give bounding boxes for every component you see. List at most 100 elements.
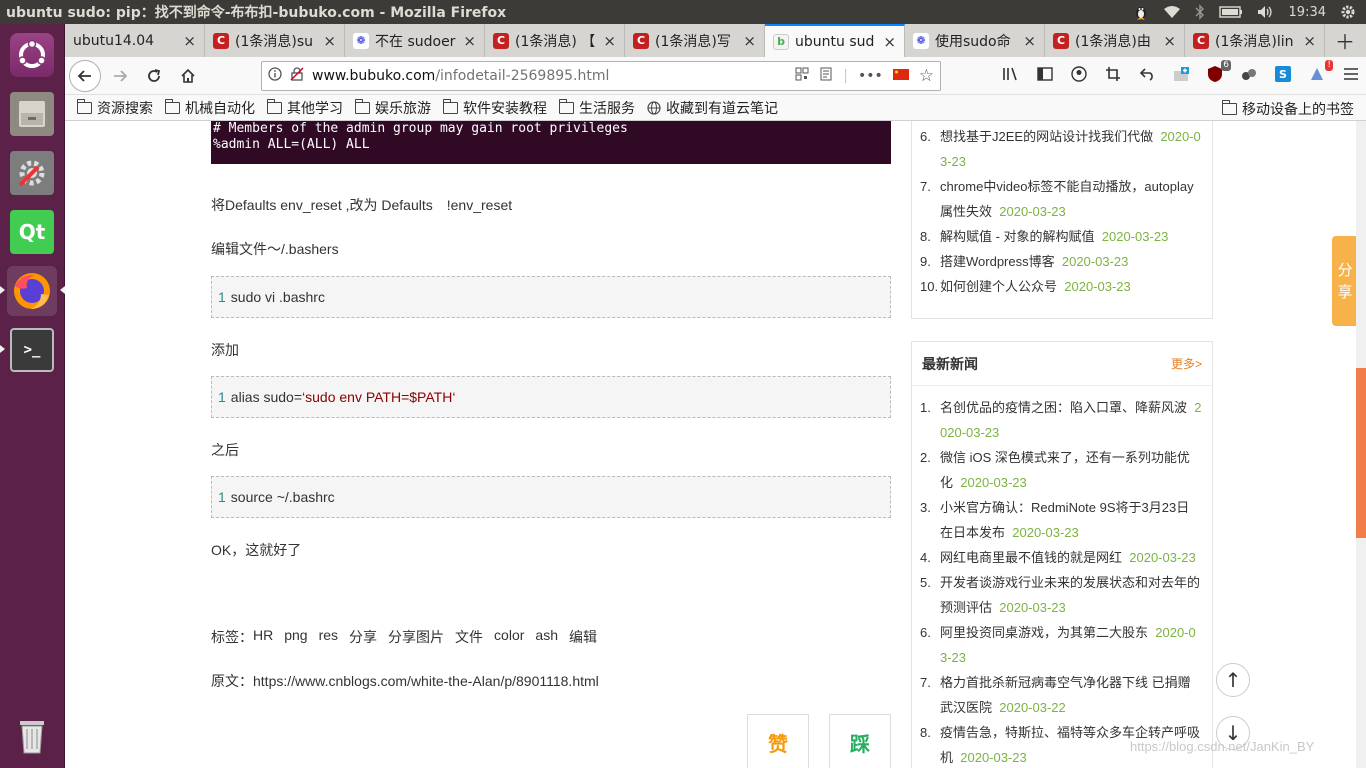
home-button[interactable] xyxy=(173,61,203,91)
panel-clock[interactable]: 19:34 xyxy=(1289,5,1326,20)
mobile-bookmarks[interactable]: 移动设备上的书签 xyxy=(1221,99,1354,119)
notification-addon-icon[interactable]: ! xyxy=(1306,60,1333,85)
account-icon[interactable] xyxy=(1068,63,1090,85)
bookmark-star-icon[interactable]: ☆ xyxy=(919,66,934,86)
tag-link[interactable]: HR xyxy=(253,627,273,647)
list-item[interactable]: 5. 开发者谈游戏行业未来的发展状态和对去年的预测评估 2020-03-23 xyxy=(920,570,1202,620)
bookmark-folder-3[interactable]: 娱乐旅游 xyxy=(354,98,431,118)
tab-1[interactable]: ubutu14.04 × xyxy=(65,24,205,57)
close-icon[interactable]: × xyxy=(603,32,616,50)
bookmark-folder-2[interactable]: 其他学习 xyxy=(266,98,343,118)
list-item[interactable]: 3. 小米官方确认：RedmiNote 9S将于3月23日在日本发布 2020-0… xyxy=(920,495,1202,545)
bookmark-folder-0[interactable]: 资源搜索 xyxy=(76,98,153,118)
list-item[interactable]: 9. 搭建Wordpress博客 2020-03-23 xyxy=(920,249,1202,274)
tag-link[interactable]: 分享 xyxy=(349,627,377,647)
china-flag-icon[interactable] xyxy=(892,68,909,84)
tab-9[interactable]: C (1条消息)lin × xyxy=(1185,24,1325,57)
launcher-trash[interactable] xyxy=(7,710,57,760)
back-button[interactable] xyxy=(69,59,101,92)
url-bar[interactable]: www.bubuko.com/infodetail-2569895.html |… xyxy=(261,61,941,91)
close-icon[interactable]: × xyxy=(883,33,896,51)
insecure-lock-icon[interactable] xyxy=(290,67,304,85)
page-scrollbar-thumb[interactable] xyxy=(1356,368,1366,538)
list-item[interactable]: 2. 微信 iOS 深色模式来了，还有一系列功能优化 2020-03-23 xyxy=(920,445,1202,495)
share-side-tab[interactable]: 分享 xyxy=(1332,236,1358,326)
dislike-button[interactable]: 踩 xyxy=(829,714,891,768)
close-icon[interactable]: × xyxy=(463,32,476,50)
list-item[interactable]: 7. chrome中video标签不能自动播放，autoplay属性失效 2020… xyxy=(920,174,1202,224)
item-title[interactable]: 搭建Wordpress博客 xyxy=(940,254,1055,269)
library-icon[interactable] xyxy=(1000,63,1022,85)
tab-2[interactable]: C (1条消息)su × xyxy=(205,24,345,57)
tab-8[interactable]: C (1条消息)由 × xyxy=(1045,24,1185,57)
reader-view-icon[interactable] xyxy=(819,67,833,85)
volume-icon[interactable] xyxy=(1257,5,1275,19)
scroll-to-top-button[interactable]: ↑ xyxy=(1216,663,1250,697)
undo-arrow-icon[interactable] xyxy=(1136,63,1158,85)
ublock-origin-icon[interactable]: 6 xyxy=(1204,60,1231,85)
launcher-qt[interactable]: Qt xyxy=(7,207,57,257)
close-icon[interactable]: × xyxy=(1163,32,1176,50)
news-more-link[interactable]: 更多> xyxy=(1171,355,1202,372)
penguin-icon[interactable] xyxy=(1133,4,1149,20)
tab-7[interactable]: ❁ 使用sudo命 × xyxy=(905,24,1045,57)
new-tab-button[interactable]: ＋ xyxy=(1325,24,1365,57)
source-link[interactable]: https://www.cnblogs.com/white-the-Alan/p… xyxy=(253,673,599,689)
wifi-icon[interactable] xyxy=(1163,5,1181,19)
hamburger-menu-icon[interactable] xyxy=(1340,63,1362,85)
launcher-files[interactable] xyxy=(7,89,57,139)
tag-link[interactable]: res xyxy=(319,627,338,647)
launcher-settings[interactable] xyxy=(7,148,57,198)
translate-plus-icon[interactable] xyxy=(1170,63,1192,85)
bookmark-youdao[interactable]: 收藏到有道云笔记 xyxy=(647,98,778,118)
bluetooth-icon[interactable] xyxy=(1195,4,1205,20)
bookmark-folder-4[interactable]: 软件安装教程 xyxy=(442,98,547,118)
list-item[interactable]: 6. 阿里投资同桌游戏，为其第二大股东 2020-03-23 xyxy=(920,620,1202,670)
list-item[interactable]: 6. 想找基于J2EE的网站设计找我们代做 2020-03-23 xyxy=(920,124,1202,174)
list-item[interactable]: 4. 网红电商里最不值钱的就是网红 2020-03-23 xyxy=(920,545,1202,570)
battery-icon[interactable] xyxy=(1218,6,1243,18)
list-item[interactable]: 10. 如何创建个人公众号 2020-03-23 xyxy=(920,274,1202,299)
close-icon[interactable]: × xyxy=(323,32,336,50)
item-title[interactable]: 阿里投资同桌游戏，为其第二大股东 xyxy=(940,625,1148,640)
tag-link[interactable]: ash xyxy=(535,627,558,647)
item-title[interactable]: chrome中video标签不能自动播放，autoplay属性失效 xyxy=(940,179,1194,219)
info-icon[interactable] xyxy=(268,67,282,85)
item-title[interactable]: 名创优品的疫情之困：陷入口罩、降薪风波 xyxy=(940,400,1187,415)
gear-icon[interactable] xyxy=(1340,4,1356,20)
close-icon[interactable]: × xyxy=(1023,32,1036,50)
item-title[interactable]: 想找基于J2EE的网站设计找我们代做 xyxy=(940,129,1153,144)
page-actions-menu-icon[interactable]: ••• xyxy=(858,68,883,84)
tab-6-active[interactable]: b ubuntu sud × xyxy=(765,24,905,57)
qr-code-icon[interactable] xyxy=(795,67,809,85)
bookmark-folder-5[interactable]: 生活服务 xyxy=(558,98,635,118)
list-item[interactable]: 1. 名创优品的疫情之困：陷入口罩、降薪风波 2020-03-23 xyxy=(920,395,1202,445)
tag-link[interactable]: 文件 xyxy=(455,627,483,647)
item-title[interactable]: 网红电商里最不值钱的就是网红 xyxy=(940,550,1122,565)
close-icon[interactable]: × xyxy=(183,32,196,50)
item-title[interactable]: 解构赋值 - 对象的解构赋值 xyxy=(940,229,1095,244)
bookmark-folder-1[interactable]: 机械自动化 xyxy=(164,98,255,118)
tab-5[interactable]: C (1条消息)写 × xyxy=(625,24,765,57)
forward-button[interactable] xyxy=(105,61,135,91)
tag-link[interactable]: 分享图片 xyxy=(388,627,444,647)
item-title[interactable]: 如何创建个人公众号 xyxy=(940,279,1057,294)
launcher-firefox[interactable] xyxy=(7,266,57,316)
tab-4[interactable]: C (1条消息) 【 × xyxy=(485,24,625,57)
item-title[interactable]: 开发者谈游戏行业未来的发展状态和对去年的预测评估 xyxy=(940,575,1200,615)
like-button[interactable]: 赞 xyxy=(747,714,809,768)
list-item[interactable]: 7. 格力首批杀新冠病毒空气净化器下线 已捐赠武汉医院 2020-03-22 xyxy=(920,670,1202,720)
list-item[interactable]: 8. 解构赋值 - 对象的解构赋值 2020-03-23 xyxy=(920,224,1202,249)
glasses-addon-icon[interactable] xyxy=(1238,63,1260,85)
tab-3[interactable]: ❁ 不在 sudoer × xyxy=(345,24,485,57)
tag-link[interactable]: 编辑 xyxy=(569,627,597,647)
screenshot-crop-icon[interactable] xyxy=(1102,63,1124,85)
s-addon-icon[interactable]: S xyxy=(1272,63,1294,85)
tag-link[interactable]: png xyxy=(284,627,307,647)
url-text[interactable]: www.bubuko.com/infodetail-2569895.html xyxy=(312,68,609,84)
launcher-dash[interactable] xyxy=(7,30,57,80)
sidebar-icon[interactable] xyxy=(1034,63,1056,85)
reload-button[interactable] xyxy=(139,61,169,91)
close-icon[interactable]: × xyxy=(743,32,756,50)
tag-link[interactable]: color xyxy=(494,627,524,647)
